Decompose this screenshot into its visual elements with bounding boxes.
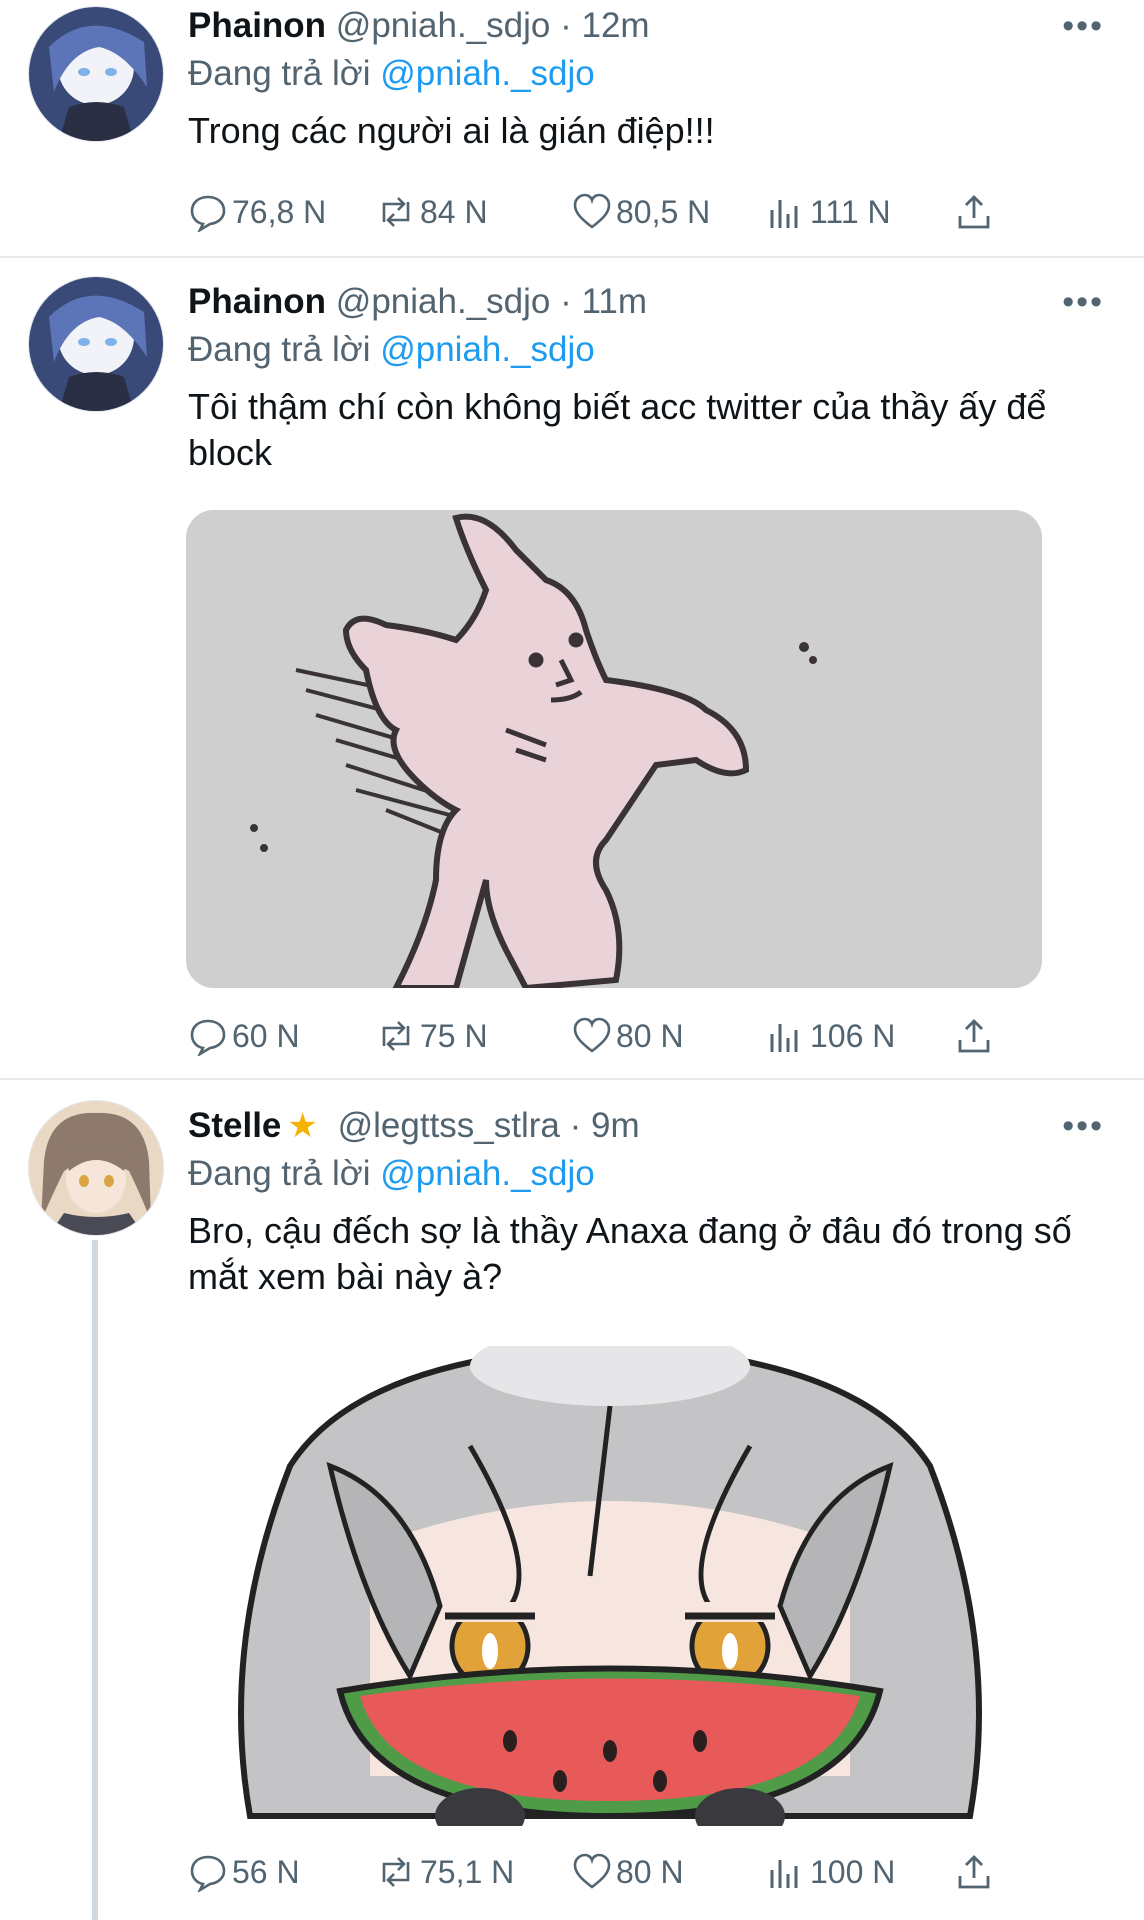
share-icon <box>958 195 990 229</box>
reply-count: 76,8 N <box>232 193 327 230</box>
tweet-header: Stelle ★ @legttss_stlra · 9m ••• <box>188 1104 1104 1148</box>
reply-count: 56 N <box>232 1853 300 1890</box>
display-name[interactable]: Stelle <box>188 1106 281 1145</box>
avatar[interactable] <box>28 276 164 412</box>
reply-count: 60 N <box>232 1017 300 1054</box>
views-count: 111 N <box>810 193 891 230</box>
tweet-feed: Phainon @pniah._sdjo · 12m ••• Đang trả … <box>0 0 1144 1920</box>
reply-button[interactable]: 60 N <box>188 1014 300 1058</box>
reply-icon <box>190 195 226 232</box>
thread-line <box>92 1240 98 1920</box>
retweet-icon <box>382 197 410 227</box>
tweet[interactable]: Phainon @pniah._sdjo · 12m ••• Đang trả … <box>0 0 1144 256</box>
like-button[interactable]: 80 N <box>572 1850 684 1894</box>
retweet-count: 75 N <box>420 1017 488 1054</box>
timestamp[interactable]: 12m <box>582 6 650 45</box>
heart-icon <box>573 1017 611 1053</box>
reply-button[interactable]: 76,8 N <box>188 190 326 234</box>
display-name[interactable]: Phainon <box>188 6 326 45</box>
views-button[interactable]: 100 N <box>766 1850 895 1894</box>
star-icon: ★ <box>287 1107 318 1145</box>
like-count: 80 N <box>616 1853 684 1890</box>
tweet-text: Bro, cậu đếch sợ là thầy Anaxa đang ở đâ… <box>188 1210 1072 1297</box>
tweet[interactable]: Stelle ★ @legttss_stlra · 9m ••• Đang trả… <box>0 1080 1144 1920</box>
bar-chart-icon <box>770 1860 798 1888</box>
more-dots-icon[interactable]: ••• <box>1062 1104 1104 1148</box>
mention-link[interactable]: @pniah._sdjo <box>380 1154 595 1193</box>
user-handle[interactable]: @pniah._sdjo <box>336 6 551 45</box>
separator-dot: · <box>569 1106 582 1145</box>
more-dots-icon[interactable]: ••• <box>1062 4 1104 48</box>
heart-icon <box>573 1853 611 1889</box>
avatar[interactable] <box>28 6 164 142</box>
tweet-media-image[interactable] <box>210 1346 1010 1826</box>
replying-to-label: Đang trả lời <box>188 54 371 93</box>
share-button[interactable] <box>954 1850 998 1894</box>
tweet-body: Phainon @pniah._sdjo · 12m ••• Đang trả … <box>188 4 1104 232</box>
pink-bunny-meme-drawing <box>186 510 1042 988</box>
avatar[interactable] <box>28 1100 164 1236</box>
separator-dot: · <box>560 6 572 45</box>
replying-to: Đang trả lời @pniah._sdjo <box>188 52 1104 96</box>
user-handle[interactable]: @pniah._sdjo <box>336 282 551 321</box>
views-count: 100 N <box>810 1853 896 1890</box>
tweet-header: Phainon @pniah._sdjo · 11m ••• <box>188 280 1104 324</box>
retweet-icon <box>382 1021 410 1051</box>
tweet-header: Phainon @pniah._sdjo · 12m ••• <box>188 4 1104 48</box>
chibi-girl-eating-watermelon <box>210 1346 1010 1826</box>
action-bar: 60 N 75 N 80 N 106 N <box>188 1014 1028 1058</box>
user-handle[interactable]: @legttss_stlra <box>338 1106 560 1145</box>
share-icon <box>958 1855 990 1889</box>
views-count: 106 N <box>810 1017 896 1054</box>
timestamp[interactable]: 9m <box>591 1106 640 1145</box>
tweet-text: Trong các người ai là gián điệp!!! <box>188 110 715 151</box>
reply-icon <box>190 1019 226 1056</box>
views-button[interactable]: 106 N <box>766 1014 895 1058</box>
retweet-button[interactable]: 75,1 N <box>376 1850 514 1894</box>
views-button[interactable]: 111 N <box>766 190 891 234</box>
timestamp[interactable]: 11m <box>582 282 648 321</box>
like-button[interactable]: 80,5 N <box>572 190 710 234</box>
replying-to: Đang trả lời @pniah._sdjo <box>188 1152 1104 1196</box>
tweet-text: Tôi thậm chí còn không biết acc twitter … <box>188 386 1047 473</box>
share-button[interactable] <box>954 1014 998 1058</box>
tweet-media-image[interactable] <box>186 510 1042 988</box>
retweet-count: 75,1 N <box>420 1853 515 1890</box>
reply-icon <box>190 1855 226 1892</box>
bar-chart-icon <box>770 1024 798 1052</box>
replying-to-label: Đang trả lời <box>188 1154 371 1193</box>
display-name[interactable]: Phainon <box>188 282 326 321</box>
share-button[interactable] <box>954 190 998 234</box>
tweet[interactable]: Phainon @pniah._sdjo · 11m ••• Đang trả … <box>0 258 1144 1078</box>
mention-link[interactable]: @pniah._sdjo <box>380 330 595 369</box>
tweet-body: Stelle ★ @legttss_stlra · 9m ••• Đang trả… <box>188 1104 1104 1300</box>
bar-chart-icon <box>770 200 798 228</box>
replying-to-label: Đang trả lời <box>188 330 371 369</box>
action-bar: 56 N 75,1 N 80 N 100 N <box>188 1850 1028 1894</box>
separator-dot: · <box>560 282 572 321</box>
retweet-count: 84 N <box>420 193 488 230</box>
share-icon <box>958 1019 990 1053</box>
action-bar: 76,8 N 84 N 80,5 N 111 N <box>188 190 1028 234</box>
retweet-button[interactable]: 75 N <box>376 1014 488 1058</box>
like-count: 80 N <box>616 1017 684 1054</box>
replying-to: Đang trả lời @pniah._sdjo <box>188 328 1104 372</box>
heart-icon <box>573 193 611 229</box>
tweet-body: Phainon @pniah._sdjo · 11m ••• Đang trả … <box>188 280 1104 476</box>
mention-link[interactable]: @pniah._sdjo <box>380 54 595 93</box>
retweet-icon <box>382 1857 410 1887</box>
like-count: 80,5 N <box>616 193 711 230</box>
retweet-button[interactable]: 84 N <box>376 190 488 234</box>
like-button[interactable]: 80 N <box>572 1014 684 1058</box>
reply-button[interactable]: 56 N <box>188 1850 300 1894</box>
more-dots-icon[interactable]: ••• <box>1062 280 1104 324</box>
